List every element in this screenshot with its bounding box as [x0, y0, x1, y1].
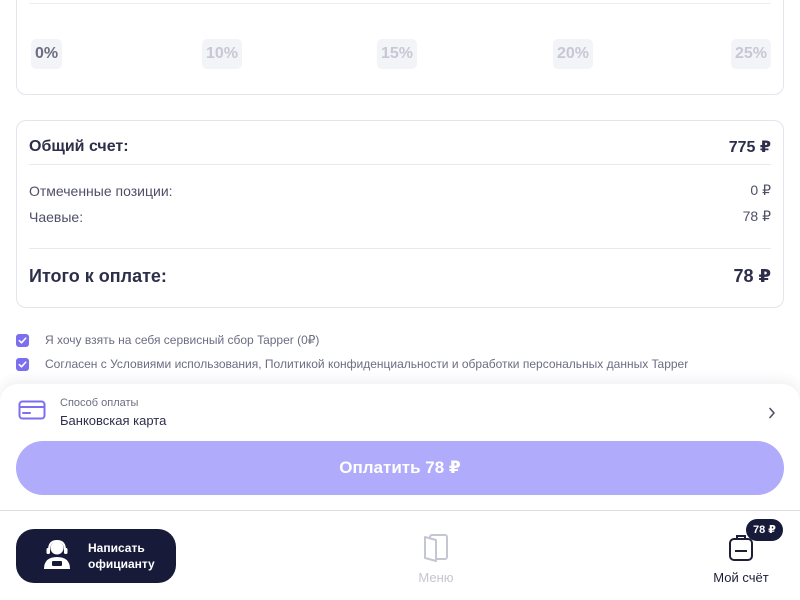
grand-total-value: 78 ₽: [733, 266, 771, 286]
payment-sheet: Способ оплаты Банковская карта Оплатить …: [0, 384, 800, 511]
marked-items-value: 0 ₽: [750, 182, 771, 198]
tips-row: Чаевые: 78 ₽: [29, 208, 771, 225]
tips-divider: [29, 3, 771, 4]
terms-label: Согласен с Условиями использования, Поли…: [45, 357, 689, 371]
checkbox-checked-icon[interactable]: [16, 357, 29, 371]
nav-my-check-label: Мой счёт: [713, 570, 769, 585]
credit-card-icon: [18, 400, 46, 425]
payment-method-selector[interactable]: Способ оплаты Банковская карта: [18, 394, 782, 430]
tip-option-20[interactable]: 20%: [553, 39, 594, 69]
marked-items-label: Отмеченные позиции:: [29, 182, 173, 199]
bill-summary-card: Общий счет: 775 ₽ Отмеченные позиции: 0 …: [16, 120, 784, 308]
service-fee-label: Я хочу взять на себя сервисный сбор Tapp…: [45, 333, 320, 347]
call-waiter-button[interactable]: Написать официанту: [16, 529, 176, 583]
payment-method-label: Способ оплаты: [60, 396, 139, 409]
payment-method-text: Способ оплаты Банковская карта: [60, 397, 166, 428]
bill-total-value: 775 ₽: [728, 139, 771, 156]
tip-option-0[interactable]: 0%: [31, 39, 63, 69]
pay-button[interactable]: Оплатить 78 ₽: [16, 441, 784, 495]
menu-book-icon: [422, 534, 450, 567]
my-check-badge: 78 ₽: [746, 519, 783, 541]
nav-menu-label: Меню: [418, 570, 454, 585]
terms-consent[interactable]: Согласен с Условиями использования, Поли…: [16, 357, 688, 371]
payment-method-value: Банковская карта: [60, 412, 167, 428]
tip-option-25[interactable]: 25%: [731, 39, 772, 69]
tips-card: 0% 10% 15% 20% 25%: [16, 0, 784, 95]
tip-option-10[interactable]: 10%: [202, 39, 243, 69]
service-fee-consent[interactable]: Я хочу взять на себя сервисный сбор Tapp…: [16, 333, 319, 347]
grand-total-row: Итого к оплате: 78 ₽: [29, 266, 771, 287]
tips-value: 78 ₽: [742, 208, 771, 224]
divider: [29, 248, 771, 249]
bottom-navigation: Написать официанту Меню Мой счёт: [0, 510, 800, 600]
chevron-right-icon: [768, 406, 776, 424]
waiter-icon: [40, 537, 74, 576]
bag-icon: [727, 535, 755, 567]
call-waiter-label: Написать официанту: [88, 541, 155, 571]
marked-items-row: Отмеченные позиции: 0 ₽: [29, 182, 771, 199]
nav-menu[interactable]: Меню: [410, 533, 462, 585]
bill-total-row: Общий счет: 775 ₽: [29, 137, 771, 157]
bill-total-label: Общий счет:: [29, 138, 129, 155]
checkbox-checked-icon[interactable]: [16, 333, 29, 347]
grand-total-label: Итого к оплате:: [29, 266, 167, 286]
tip-option-15[interactable]: 15%: [377, 39, 418, 69]
divider: [29, 164, 771, 165]
tips-label: Чаевые:: [29, 208, 84, 225]
